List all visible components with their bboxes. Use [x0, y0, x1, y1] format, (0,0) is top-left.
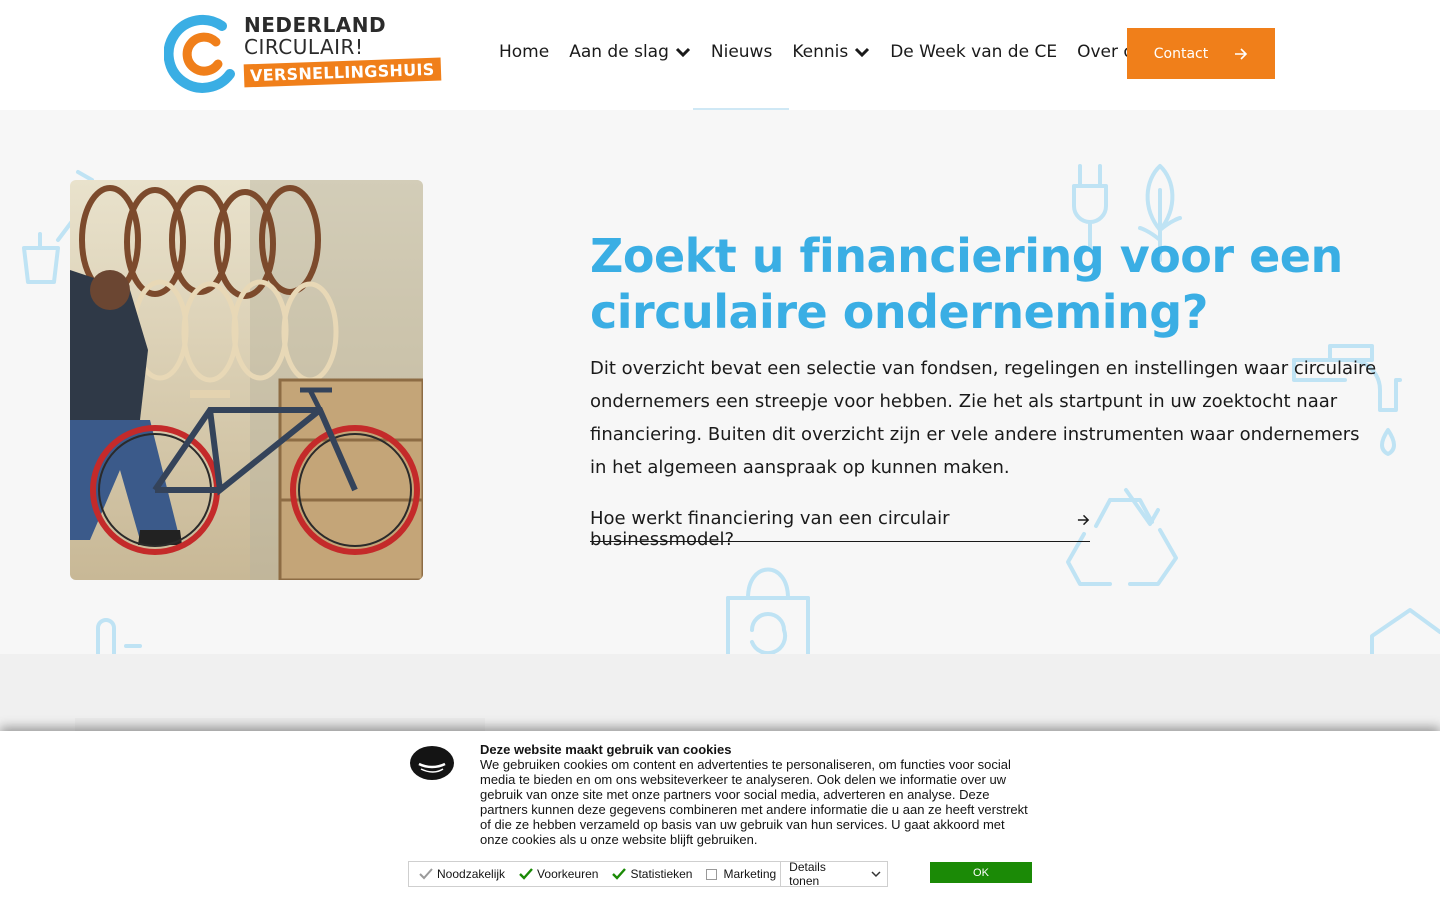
cookie-ok-label: OK — [973, 866, 989, 879]
cookie-option-label: Statistieken — [630, 867, 693, 881]
nav-item-kennis[interactable]: Kennis — [792, 42, 870, 62]
nav-item-label: Nieuws — [710, 42, 773, 62]
cookie-option-label: Noodzakelijk — [437, 867, 506, 881]
pipe-icon — [96, 618, 142, 654]
checkmark-icon — [519, 868, 533, 880]
site-logo[interactable]: NEDERLAND CIRCULAIR! VERSNELLINGSHUIS — [163, 12, 441, 96]
show-details-label: Details tonen — [789, 860, 826, 888]
checkmark-icon — [419, 868, 433, 880]
cookie-option-marketing[interactable]: Marketing — [706, 867, 776, 881]
main-nav: Home Aan de slag Nieuws Kennis De Week v… — [499, 42, 1173, 62]
arrow-right-icon — [1235, 47, 1248, 60]
cookie-option-label: Voorkeuren — [537, 867, 599, 881]
cookie-consent-options: Noodzakelijk Voorkeuren Statistieken Mar… — [408, 860, 888, 888]
nav-item-aan-de-slag[interactable]: Aan de slag — [569, 42, 691, 62]
financing-explainer-link[interactable]: Hoe werkt financiering van een circulair… — [590, 508, 1090, 550]
logo-line-2: CIRCULAIR! — [244, 35, 364, 59]
hero-section: Zoekt u financiering voor een circulaire… — [0, 110, 1440, 654]
contact-button[interactable]: Contact — [1127, 28, 1275, 79]
logo-circle-icon — [163, 14, 235, 93]
hero-image-bicycle-workshop — [70, 180, 423, 580]
house-icon — [1370, 608, 1440, 654]
cookie-banner-text: We gebruiken cookies om content en adver… — [480, 757, 1028, 847]
cookiebot-logo-icon — [410, 746, 454, 780]
nav-item-label: Kennis — [792, 42, 849, 62]
cookie-banner: Deze website maakt gebruik van cookies W… — [0, 731, 1440, 900]
nav-item-home[interactable]: Home — [499, 42, 549, 62]
cookie-option-label: Marketing — [723, 867, 777, 881]
hero-description: Dit overzicht bevat een selectie van fon… — [590, 358, 1377, 478]
nav-item-label: De Week van de CE — [890, 42, 1058, 62]
logo-line-1: NEDERLAND — [244, 13, 387, 37]
arrow-right-icon — [1077, 514, 1090, 526]
contact-button-label: Contact — [1153, 45, 1209, 62]
bag-icon — [726, 567, 810, 654]
checkbox-empty-icon — [706, 869, 718, 880]
cookie-ok-button[interactable]: OK — [930, 862, 1032, 883]
bicycle-photo — [70, 180, 423, 580]
checkmark-icon — [612, 868, 627, 880]
nav-active-indicator — [693, 108, 789, 110]
show-details-button[interactable]: Details tonen — [780, 860, 887, 888]
nav-item-label: Aan de slag — [569, 42, 669, 62]
chevron-down-icon — [675, 47, 690, 57]
cookie-option-preferences[interactable]: Voorkeuren — [519, 867, 598, 881]
cookie-option-necessary: Noodzakelijk — [419, 867, 505, 881]
cookie-banner-title: Deze website maakt gebruik van cookies — [480, 742, 732, 757]
nav-item-label: Home — [499, 42, 550, 62]
nav-item-nieuws[interactable]: Nieuws — [711, 42, 772, 62]
chevron-down-icon — [871, 870, 881, 877]
chevron-down-icon — [855, 47, 870, 57]
logo-line-3: VERSNELLINGSHUIS — [243, 57, 441, 88]
nav-item-week-van-de-ce[interactable]: De Week van de CE — [890, 42, 1057, 62]
financing-explainer-link-label: Hoe werkt financiering van een circulair… — [590, 508, 950, 550]
hero-title: Zoekt u financiering voor een circulaire… — [590, 229, 1343, 339]
site-header: NEDERLAND CIRCULAIR! VERSNELLINGSHUIS Ho… — [0, 0, 1440, 110]
cookie-option-statistics[interactable]: Statistieken — [612, 867, 692, 881]
